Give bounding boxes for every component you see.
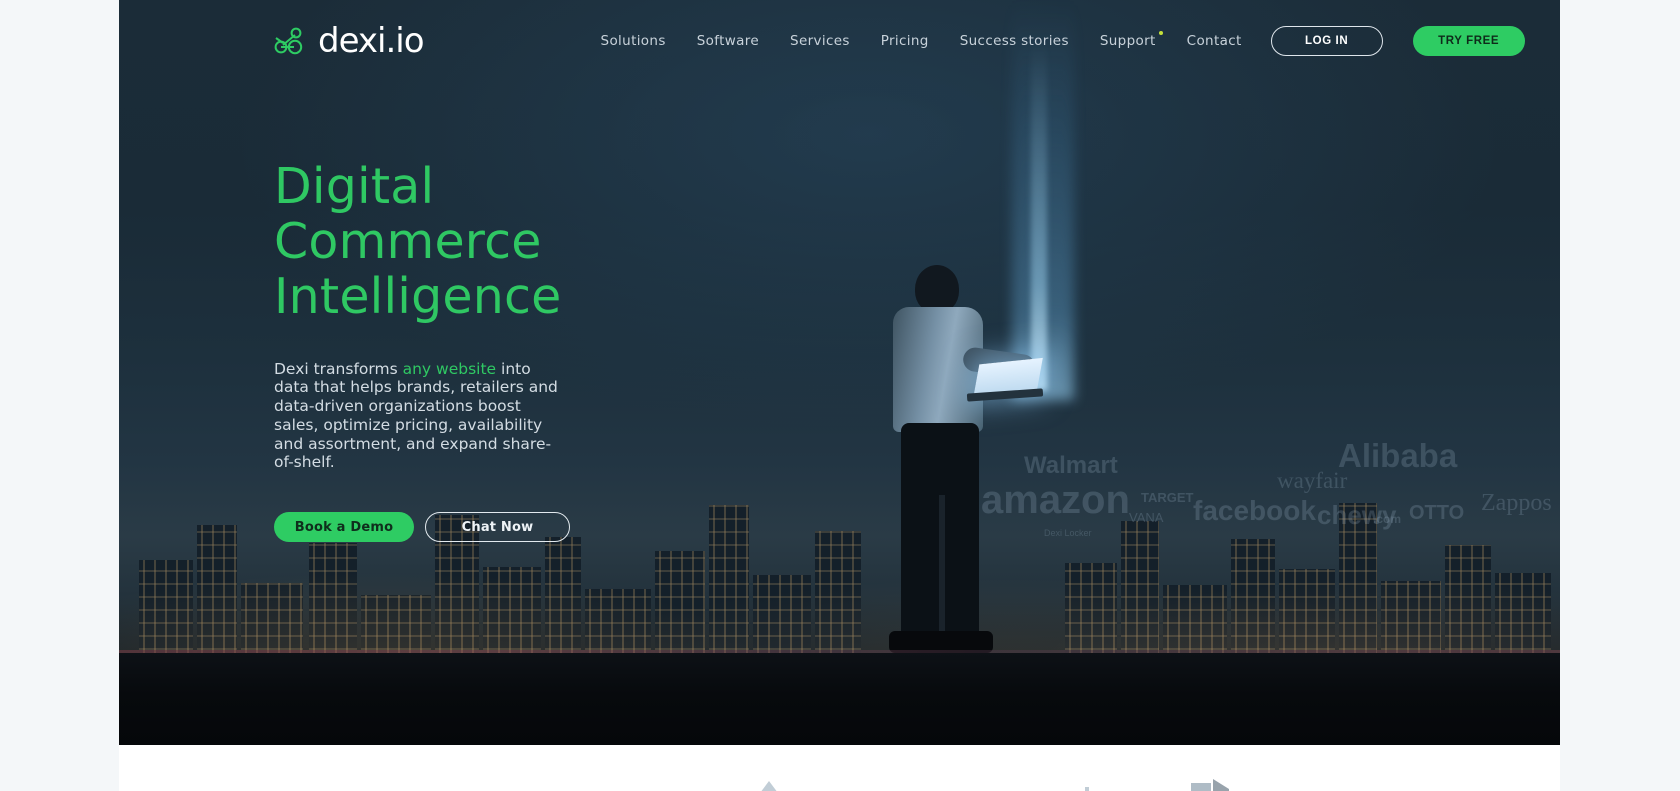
any-website-link[interactable]: any website (403, 360, 496, 378)
nav-link-support[interactable]: Support (1099, 31, 1163, 49)
hero-paragraph: Dexi transforms any website into data th… (274, 360, 566, 473)
book-a-demo-button[interactable]: Book a Demo (274, 512, 414, 543)
brand-logo-alibaba: Alibaba (1338, 437, 1458, 474)
nav-link-label: Solutions (600, 33, 666, 49)
partner-icon-2 (761, 781, 777, 791)
site-viewport: Walmart amazon TARGET facebook VANA Dexi Lock… (119, 0, 1560, 791)
partner-icon-4 (1191, 779, 1229, 791)
login-button[interactable]: LOG IN (1270, 26, 1383, 56)
hero-title-line-2: Intelligence (274, 267, 562, 325)
brand-logo-otto: OTTO (1409, 502, 1465, 524)
hero-title: Digital Commerce Intelligence (274, 158, 704, 325)
below-hero-section (119, 745, 1560, 791)
nav-link-solutions[interactable]: Solutions (601, 33, 666, 49)
site-logo-text: dexi.io (318, 21, 425, 61)
support-notification-dot-icon (1158, 31, 1163, 35)
brand-logo-target: TARGET (1141, 490, 1194, 505)
nav-link-pricing[interactable]: Pricing (881, 33, 929, 49)
feature-icon-row (119, 771, 1560, 791)
hero-paragraph-before: Dexi transforms (274, 359, 403, 378)
nav-link-label: Support (1099, 33, 1156, 49)
rooftop-floor (119, 653, 1560, 745)
partner-icon-1 (419, 779, 447, 791)
page-gutter-left (0, 0, 119, 791)
nav-link-contact[interactable]: Contact (1187, 33, 1242, 49)
brand-logo-vana: VANA (1129, 510, 1164, 525)
chat-now-button[interactable]: Chat Now (425, 512, 570, 543)
site-logo[interactable]: dexi.io (274, 21, 425, 61)
nav-link-success-stories[interactable]: Success stories (960, 33, 1069, 49)
hero-section: Walmart amazon TARGET facebook VANA Dexi Lock… (119, 0, 1560, 745)
person-with-laptop-illustration (867, 265, 1057, 665)
brand-logo-com: .com (1373, 512, 1402, 526)
hero-content: Digital Commerce Intelligence Dexi trans… (274, 158, 704, 543)
nav-link-label: Services (790, 33, 850, 49)
brand-logo-wayfair: wayfair (1277, 468, 1348, 493)
nav-link-services[interactable]: Services (790, 33, 850, 49)
nav-link-label: Success stories (959, 33, 1069, 49)
main-navigation: dexi.io Solutions Software Services Pric… (119, 0, 1560, 82)
brand-logo-zappos: Zappos (1481, 490, 1552, 516)
partner-icon-3 (1085, 787, 1089, 791)
nav-link-label: Pricing (880, 33, 929, 49)
nav-actions: LOG IN TRY FREE (1270, 26, 1525, 56)
dexi-node-graph-icon (274, 27, 308, 55)
hero-title-line-1: Digital Commerce (274, 158, 542, 270)
nav-link-label: Contact (1186, 33, 1242, 49)
brand-logo-facebook: facebook (1193, 495, 1316, 526)
nav-link-label: Software (696, 33, 760, 49)
page-gutter-right (1560, 0, 1680, 791)
try-free-button[interactable]: TRY FREE (1412, 26, 1525, 56)
hero-cta-group: Book a Demo Chat Now (274, 512, 704, 543)
nav-links: Solutions Software Services Pricing Succ… (601, 31, 1242, 49)
nav-link-software[interactable]: Software (697, 33, 759, 49)
browser-page: Walmart amazon TARGET facebook VANA Dexi Lock… (0, 0, 1680, 791)
